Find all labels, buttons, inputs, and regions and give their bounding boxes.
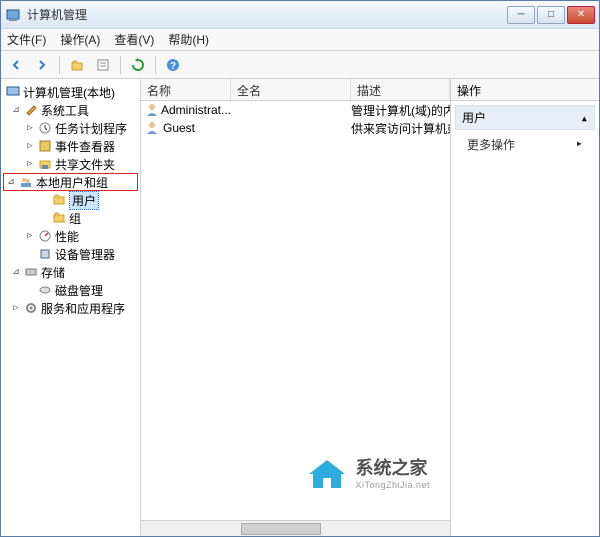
tree-disk-management[interactable]: 磁盘管理 — [3, 281, 138, 299]
shared-folder-icon — [37, 156, 53, 172]
back-button[interactable] — [5, 54, 27, 76]
column-description[interactable]: 描述 — [351, 79, 450, 100]
maximize-button[interactable]: □ — [537, 6, 565, 24]
properties-button[interactable] — [92, 54, 114, 76]
menu-file[interactable]: 文件(F) — [7, 31, 46, 48]
user-icon — [145, 120, 161, 136]
tree-local-users-groups[interactable]: ⊿ 本地用户和组 — [3, 173, 138, 191]
chevron-up-icon: ▴ — [581, 111, 588, 125]
list-body[interactable]: Administrat...管理计算机(域)的内置帐户Guest供来宾访问计算机… — [141, 101, 450, 520]
tree-task-scheduler[interactable]: ▷ 任务计划程序 — [3, 119, 138, 137]
list-header: 名称 全名 描述 — [141, 79, 450, 101]
tree-storage[interactable]: ⊿ 存储 — [3, 263, 138, 281]
tree-groups[interactable]: 组 — [3, 209, 138, 227]
actions-section-title[interactable]: 用户 ▴ — [455, 105, 595, 130]
computer-icon — [5, 84, 21, 100]
action-more[interactable]: 更多操作 ▸ — [455, 130, 595, 159]
tree-system-tools[interactable]: ⊿ 系统工具 — [3, 101, 138, 119]
services-icon — [23, 300, 39, 316]
watermark-logo: 系统之家 XiTongZhiJia.net — [305, 452, 430, 492]
window-title: 计算机管理 — [27, 6, 507, 23]
tree-users[interactable]: 用户 — [3, 191, 138, 209]
list-item[interactable]: Guest供来宾访问计算机或访问域 — [141, 119, 450, 137]
forward-button[interactable] — [31, 54, 53, 76]
content-area: 计算机管理(本地) ⊿ 系统工具 ▷ 任务计划程序 ▷ 事件查看器 ▷ 共享文件… — [1, 79, 599, 536]
user-icon — [145, 102, 159, 118]
column-name[interactable]: 名称 — [141, 79, 231, 100]
menu-view[interactable]: 查看(V) — [114, 31, 154, 48]
menu-help[interactable]: 帮助(H) — [168, 31, 209, 48]
tree-services-apps[interactable]: ▷ 服务和应用程序 — [3, 299, 138, 317]
tree-shared-folders[interactable]: ▷ 共享文件夹 — [3, 155, 138, 173]
tree-performance[interactable]: ▷ 性能 — [3, 227, 138, 245]
disk-icon — [37, 282, 53, 298]
refresh-button[interactable] — [127, 54, 149, 76]
toolbar-separator — [120, 56, 121, 74]
help-button[interactable]: ? — [162, 54, 184, 76]
close-button[interactable]: ✕ — [567, 6, 595, 24]
svg-text:?: ? — [170, 61, 176, 72]
device-icon — [37, 246, 53, 262]
tree-device-manager[interactable]: 设备管理器 — [3, 245, 138, 263]
actions-header: 操作 — [451, 79, 599, 101]
minimize-button[interactable]: ─ — [507, 6, 535, 24]
collapse-icon[interactable]: ⊿ — [11, 105, 21, 115]
folder-icon — [51, 192, 67, 208]
users-group-icon — [18, 174, 34, 190]
toolbar: ? — [1, 51, 599, 79]
expand-icon[interactable]: ▷ — [25, 141, 35, 151]
scrollbar-thumb[interactable] — [241, 523, 321, 535]
toolbar-separator — [155, 56, 156, 74]
clock-icon — [37, 120, 53, 136]
horizontal-scrollbar[interactable] — [141, 520, 450, 536]
collapse-icon[interactable]: ⊿ — [6, 177, 16, 187]
toolbar-separator — [59, 56, 60, 74]
folder-icon — [51, 210, 67, 226]
navigation-tree[interactable]: 计算机管理(本地) ⊿ 系统工具 ▷ 任务计划程序 ▷ 事件查看器 ▷ 共享文件… — [1, 79, 141, 536]
actions-panel: 操作 用户 ▴ 更多操作 ▸ — [451, 79, 599, 536]
watermark-en: XiTongZhiJia.net — [355, 480, 430, 490]
collapse-icon[interactable]: ⊿ — [11, 267, 21, 277]
performance-icon — [37, 228, 53, 244]
titlebar[interactable]: 计算机管理 ─ □ ✕ — [1, 1, 599, 29]
column-fullname[interactable]: 全名 — [231, 79, 351, 100]
expand-icon[interactable]: ▷ — [11, 303, 21, 313]
menubar: 文件(F) 操作(A) 查看(V) 帮助(H) — [1, 29, 599, 51]
event-icon — [37, 138, 53, 154]
expand-icon[interactable]: ▷ — [25, 159, 35, 169]
up-button[interactable] — [66, 54, 88, 76]
expand-icon[interactable]: ▷ — [25, 123, 35, 133]
watermark-cn: 系统之家 — [355, 454, 430, 480]
tools-icon — [23, 102, 39, 118]
chevron-right-icon: ▸ — [576, 136, 583, 150]
storage-icon — [23, 264, 39, 280]
list-panel: 名称 全名 描述 Administrat...管理计算机(域)的内置帐户Gues… — [141, 79, 451, 536]
tree-root[interactable]: 计算机管理(本地) — [3, 83, 138, 101]
list-item[interactable]: Administrat...管理计算机(域)的内置帐户 — [141, 101, 450, 119]
app-window: 计算机管理 ─ □ ✕ 文件(F) 操作(A) 查看(V) 帮助(H) ? 计算… — [0, 0, 600, 537]
expand-icon[interactable]: ▷ — [25, 231, 35, 241]
tree-event-viewer[interactable]: ▷ 事件查看器 — [3, 137, 138, 155]
app-icon — [5, 7, 21, 23]
menu-action[interactable]: 操作(A) — [60, 31, 100, 48]
